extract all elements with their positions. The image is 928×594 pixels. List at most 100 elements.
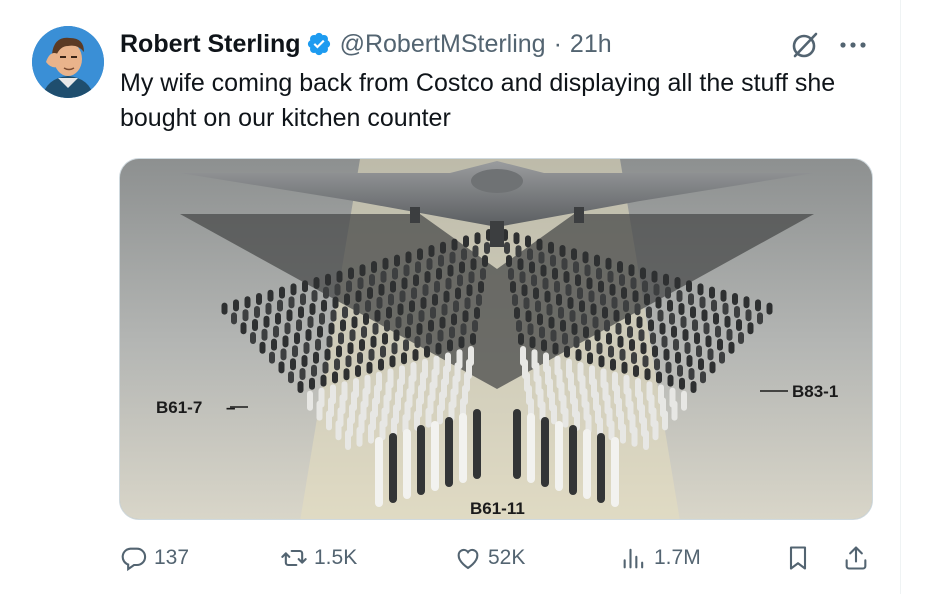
bomb: [690, 381, 697, 393]
bomb: [305, 329, 312, 341]
bomb: [550, 254, 556, 267]
bomb: [279, 286, 285, 299]
bomb: [326, 410, 332, 431]
bomb: [378, 358, 384, 371]
bomb: [651, 270, 658, 283]
bomb: [277, 299, 283, 312]
reply-button[interactable]: 137: [120, 538, 189, 578]
bomb: [650, 332, 656, 345]
separator-dot: ·: [553, 29, 562, 58]
bomb: [525, 235, 531, 248]
bomb: [575, 349, 582, 361]
bomb: [605, 257, 612, 270]
bomb: [707, 348, 714, 361]
bomb: [299, 368, 306, 380]
bomb: [653, 283, 660, 296]
bomb: [411, 287, 417, 300]
bomb: [403, 429, 411, 499]
bomb: [755, 299, 761, 312]
bomb: [632, 290, 639, 303]
bomb: [447, 264, 454, 277]
bomb: [393, 329, 400, 342]
bomb: [642, 280, 648, 293]
display-name[interactable]: Robert Sterling: [120, 30, 301, 59]
bomb: [720, 289, 727, 302]
bomb: [563, 271, 570, 283]
bomb: [644, 368, 651, 381]
bomb: [631, 352, 637, 364]
more-icon[interactable]: [836, 32, 870, 58]
tweet[interactable]: Robert Sterling @RobertMSterling · 21h M…: [0, 0, 928, 594]
bomb: [336, 270, 343, 283]
bomb: [611, 437, 619, 507]
repost-button[interactable]: 1.5K: [280, 538, 357, 578]
like-button[interactable]: 52K: [454, 538, 525, 578]
bomb: [679, 377, 685, 390]
timestamp[interactable]: 21h: [570, 30, 612, 59]
bomb: [415, 261, 421, 274]
bomb: [386, 306, 392, 319]
bomb: [573, 261, 579, 274]
bomb: [610, 358, 616, 371]
bomb: [745, 309, 752, 322]
bomb: [506, 255, 512, 267]
bomb: [581, 313, 587, 326]
bomb: [391, 342, 398, 355]
bomb: [443, 290, 450, 303]
bomb: [663, 348, 670, 361]
bomb: [424, 271, 431, 283]
bomb: [555, 421, 563, 491]
bomb: [631, 426, 638, 447]
bomb: [302, 280, 308, 293]
bomb: [719, 351, 725, 364]
bomb: [529, 261, 535, 274]
bomb: [709, 286, 715, 299]
bomb: [382, 332, 388, 345]
bomb: [643, 430, 649, 450]
bomb: [617, 335, 624, 348]
bookmark-button[interactable]: [784, 538, 812, 578]
bomb: [403, 339, 409, 352]
reply-count: 137: [154, 546, 190, 569]
bomb: [588, 290, 595, 303]
bomb: [244, 296, 251, 309]
bomb: [680, 316, 687, 328]
bomb: [335, 420, 342, 441]
bomb: [476, 294, 482, 306]
bomb: [517, 258, 524, 271]
bomb: [690, 306, 696, 319]
verified-badge-icon: [306, 31, 332, 57]
bomb: [468, 271, 475, 284]
bomb: [652, 420, 659, 441]
bomb: [353, 303, 360, 316]
bomb: [516, 320, 522, 332]
reply-icon: [121, 547, 147, 572]
bomb: [451, 313, 457, 326]
tweet-image[interactable]: B61-7 – B83-1 B61-11: [119, 158, 873, 520]
bomb: [558, 306, 564, 319]
bomb: [301, 355, 308, 367]
bomb: [464, 297, 471, 310]
share-button[interactable]: [842, 538, 870, 578]
avatar[interactable]: [32, 26, 104, 98]
bomb: [399, 290, 406, 303]
bomb: [533, 287, 539, 300]
bomb: [527, 248, 533, 261]
bomb: [523, 297, 530, 310]
bomb: [332, 371, 338, 384]
bomb: [424, 345, 430, 358]
bomb: [405, 326, 411, 339]
bomb: [613, 309, 620, 322]
bomb: [667, 374, 674, 387]
label-b61-11: B61-11: [470, 499, 525, 518]
bomb: [233, 299, 239, 312]
handle[interactable]: @RobertMSterling: [340, 30, 546, 59]
bomb: [602, 306, 608, 319]
grok-icon[interactable]: [790, 30, 820, 60]
bomb: [676, 290, 683, 302]
bomb: [562, 332, 568, 345]
views-button[interactable]: 1.7M: [620, 538, 701, 578]
bomb: [313, 351, 319, 364]
bomb: [573, 336, 580, 348]
bomb: [437, 329, 444, 342]
